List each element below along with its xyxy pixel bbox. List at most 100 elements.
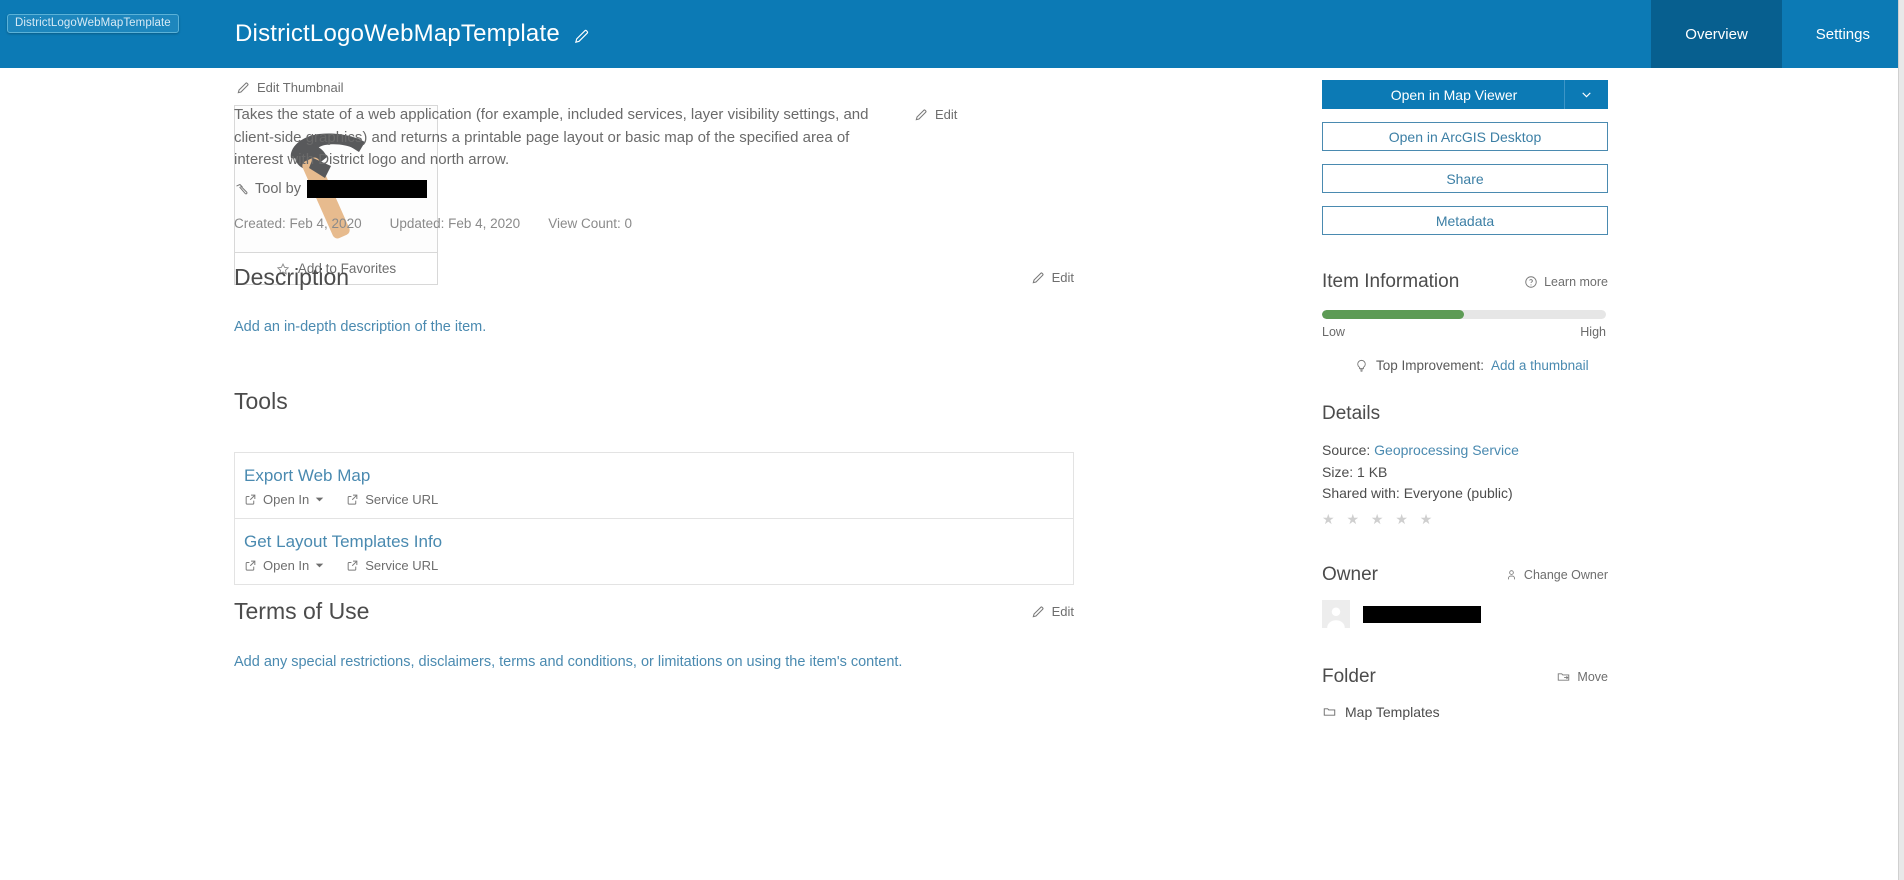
folder-icon: [1322, 705, 1337, 719]
tool-list-item: Export Web Map Open In Service URL: [235, 453, 1073, 518]
external-link-icon: [244, 559, 257, 572]
sidebar: Open in Map Viewer Open in ArcGIS Deskto…: [1322, 80, 1670, 720]
shared-with-value: Everyone (public): [1403, 485, 1513, 501]
edit-terms-label: Edit: [1051, 604, 1074, 619]
open-in-arcgis-desktop-button[interactable]: Open in ArcGIS Desktop: [1322, 122, 1608, 151]
created-date: Created: Feb 4, 2020: [234, 216, 362, 231]
tool-link-get-layout-templates-info[interactable]: Get Layout Templates Info: [244, 532, 1064, 552]
edit-description-button[interactable]: Edit: [1031, 270, 1074, 285]
tool-actions: Open In Service URL: [244, 492, 1064, 507]
owner-row: [1322, 600, 1670, 628]
folder-row[interactable]: Map Templates: [1322, 704, 1670, 720]
folder-header: Folder Move: [1322, 666, 1608, 688]
open-in-dropdown[interactable]: Open In: [244, 492, 324, 507]
terms-placeholder-link[interactable]: Add any special restrictions, disclaimer…: [234, 652, 1074, 673]
owner-title: Owner: [1322, 564, 1378, 585]
tool-author-redacted: [306, 180, 427, 198]
description-placeholder-link[interactable]: Add an in-depth description of the item.: [234, 317, 1074, 338]
service-url-label: Service URL: [365, 558, 439, 573]
header-tabs: Overview Settings: [1651, 0, 1904, 68]
avatar: [1322, 600, 1350, 628]
tab-overview[interactable]: Overview: [1651, 0, 1782, 68]
updated-date: Updated: Feb 4, 2020: [389, 216, 521, 231]
tools-title: Tools: [234, 388, 288, 414]
tools-section: Tools Export Web Map Open In Service URL…: [234, 388, 1074, 585]
edit-description-label: Edit: [1051, 270, 1074, 285]
share-button[interactable]: Share: [1322, 164, 1608, 193]
metadata-button[interactable]: Metadata: [1322, 206, 1608, 235]
header-left: DistrictLogoWebMapTemplate DistrictLogoW…: [0, 0, 1651, 68]
shared-with-label: Shared with:: [1322, 485, 1400, 501]
tool-list-item: Get Layout Templates Info Open In Servic…: [235, 518, 1073, 584]
app-header: DistrictLogoWebMapTemplate DistrictLogoW…: [0, 0, 1904, 68]
edit-summary-label: Edit: [935, 107, 958, 122]
item-information-progress-bar: [1322, 310, 1606, 319]
chevron-down-icon: [315, 495, 324, 504]
open-in-map-viewer-button[interactable]: Open in Map Viewer: [1322, 80, 1608, 109]
description-header: Description Edit: [234, 264, 1074, 291]
rating-stars[interactable]: ★ ★ ★ ★ ★: [1322, 509, 1670, 531]
add-a-thumbnail-link[interactable]: Add a thumbnail: [1491, 358, 1589, 373]
item-summary: Takes the state of a web application (fo…: [234, 106, 869, 168]
description-title: Description: [234, 264, 350, 290]
edit-title-pencil-icon[interactable]: [573, 28, 590, 45]
title-tooltip: DistrictLogoWebMapTemplate: [7, 14, 179, 33]
pencil-icon: [1031, 271, 1045, 285]
owner-name-redacted: [1363, 605, 1481, 623]
source-label: Source:: [1322, 442, 1371, 458]
pencil-icon: [236, 81, 250, 95]
details-shared-row: Shared with: Everyone (public): [1322, 483, 1670, 505]
tools-list: Export Web Map Open In Service URL Get L…: [234, 452, 1074, 585]
size-label: Size:: [1322, 463, 1354, 480]
edit-thumbnail-button[interactable]: Edit Thumbnail: [236, 80, 438, 95]
external-link-icon: [346, 559, 359, 572]
description-section: Description Edit Add an in-depth descrip…: [234, 264, 1074, 338]
edit-thumbnail-label: Edit Thumbnail: [257, 80, 344, 95]
details-size-row: Size: 1 KB: [1322, 462, 1670, 484]
folder-name: Map Templates: [1345, 704, 1440, 720]
top-improvement-row: Top Improvement: Add a thumbnail: [1354, 358, 1670, 373]
item-meta-row: Created: Feb 4, 2020 Updated: Feb 4, 202…: [234, 216, 632, 231]
move-label: Move: [1577, 670, 1608, 684]
page-scrollbar[interactable]: [1898, 0, 1904, 880]
terms-of-use-section: Terms of Use Edit Add any special restri…: [234, 598, 1074, 673]
external-link-icon: [346, 493, 359, 506]
page-title: DistrictLogoWebMapTemplate: [235, 20, 560, 47]
details-title: Details: [1322, 403, 1381, 424]
chevron-down-icon[interactable]: [1564, 80, 1608, 109]
item-information-title: Item Information: [1322, 271, 1460, 292]
open-in-label: Open In: [263, 558, 310, 573]
owner-header: Owner Change Owner: [1322, 564, 1608, 586]
view-count: View Count: 0: [548, 216, 633, 231]
size-value: 1 KB: [1357, 463, 1388, 480]
open-in-map-viewer-label: Open in Map Viewer: [1390, 86, 1518, 103]
tab-settings[interactable]: Settings: [1782, 0, 1904, 68]
hammer-small-icon: [234, 182, 249, 197]
lightbulb-icon: [1354, 358, 1369, 373]
open-in-dropdown[interactable]: Open In: [244, 558, 324, 573]
top-improvement-label: Top Improvement:: [1376, 358, 1485, 373]
details-source-row: Source: Geoprocessing Service: [1322, 440, 1670, 462]
source-value-link[interactable]: Geoprocessing Service: [1374, 442, 1519, 458]
service-url-link[interactable]: Service URL: [346, 492, 438, 507]
change-owner-button[interactable]: Change Owner: [1505, 568, 1608, 582]
pencil-icon: [1031, 605, 1045, 619]
pencil-icon: [914, 108, 928, 122]
change-owner-label: Change Owner: [1523, 568, 1608, 582]
progress-high-label: High: [1580, 325, 1606, 339]
learn-more-link[interactable]: Learn more: [1524, 275, 1608, 289]
chevron-down-icon: [315, 561, 324, 570]
progress-low-label: Low: [1322, 325, 1345, 339]
tool-by-label: Tool by: [255, 181, 301, 197]
move-folder-button[interactable]: Move: [1556, 670, 1608, 684]
tool-link-export-web-map[interactable]: Export Web Map: [244, 466, 1064, 486]
service-url-link[interactable]: Service URL: [346, 558, 438, 573]
details-list: Source: Geoprocessing Service Size: 1 KB…: [1322, 440, 1670, 530]
page-body: Edit Thumbnail Add to Favorites Takes th: [0, 68, 1898, 880]
tool-by-row: Tool by: [234, 180, 427, 198]
terms-title: Terms of Use: [234, 598, 370, 624]
edit-summary-button[interactable]: Edit: [914, 107, 957, 122]
details-header: Details: [1322, 403, 1608, 425]
edit-terms-button[interactable]: Edit: [1031, 604, 1074, 619]
question-circle-icon: [1524, 275, 1538, 289]
